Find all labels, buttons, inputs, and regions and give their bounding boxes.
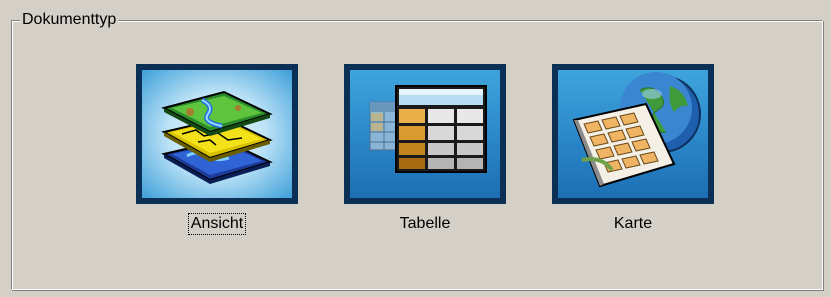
dialog-panel: Dokumenttyp Ansicht Tabelle Karte [0, 0, 831, 297]
globe-map-icon [572, 72, 701, 188]
layers-map-icon [161, 90, 273, 184]
groupbox-title: Dokumenttyp [20, 11, 119, 29]
table-tile[interactable] [344, 64, 506, 204]
document-type-view-option[interactable]: Ansicht [136, 64, 298, 235]
document-type-table-option[interactable]: Tabelle [344, 64, 506, 234]
document-type-map-option[interactable]: Karte [552, 64, 714, 234]
view-tile[interactable] [136, 64, 298, 204]
table-label[interactable]: Tabelle [398, 214, 453, 234]
map-label[interactable]: Karte [612, 214, 654, 234]
map-tile[interactable] [552, 64, 714, 204]
table-icon [369, 85, 487, 173]
view-label[interactable]: Ansicht [187, 213, 247, 235]
